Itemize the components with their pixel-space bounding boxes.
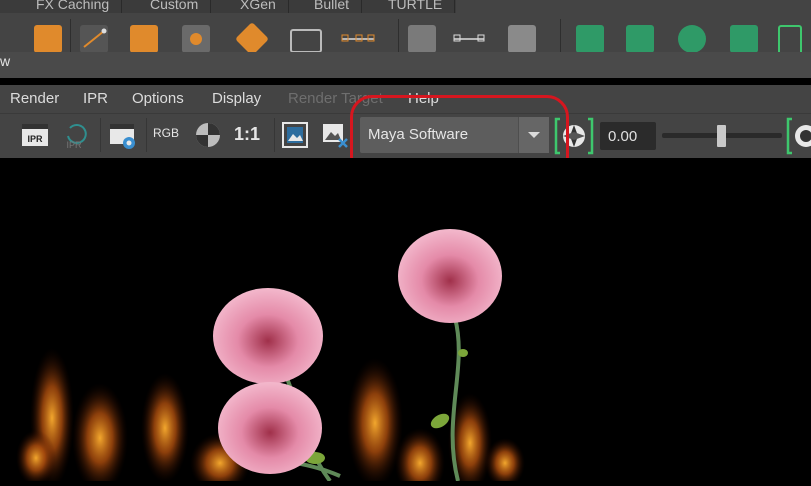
shelf-tab-bar: FX Caching Custom XGen Bullet TURTLE [0, 0, 811, 13]
shelf-tool-11-icon[interactable] [576, 25, 604, 53]
shelf-tool-8-icon[interactable] [408, 25, 436, 53]
shelf-tab-xgen[interactable]: XGen [228, 0, 289, 13]
gamma-icon[interactable] [786, 117, 811, 155]
alpha-channel-icon[interactable] [193, 120, 223, 150]
render-settings-icon[interactable] [108, 120, 138, 150]
shelf-tool-13-icon[interactable] [678, 25, 706, 53]
render-view-title-bar [0, 52, 811, 78]
window-title: w [0, 53, 11, 69]
rgb-channel-button[interactable]: RGB [153, 124, 183, 154]
ipr-render-icon[interactable]: IPR [62, 120, 92, 150]
rgb-label: RGB [153, 126, 180, 140]
shelf-tool-7-icon[interactable] [340, 25, 375, 53]
ratio-label: 1:1 [234, 124, 261, 144]
shelf-tab-custom[interactable]: Custom [138, 0, 212, 13]
shelf-tab-turtle[interactable]: TURTLE [376, 0, 456, 13]
menu-options[interactable]: Options [132, 90, 184, 108]
shelf-tool-5-icon[interactable] [235, 22, 269, 56]
shelf-tab-fx-caching[interactable]: FX Caching [24, 0, 123, 13]
shelf-tool-3-icon[interactable] [130, 25, 158, 53]
keep-image-icon[interactable] [280, 120, 310, 150]
shelf-tool-4-icon[interactable] [182, 25, 210, 53]
menu-render[interactable]: Render [10, 90, 59, 108]
shelf-tool-2-icon[interactable] [80, 25, 108, 53]
shelf-tool-9-icon[interactable] [452, 25, 485, 53]
shelf-tool-1-icon[interactable] [34, 25, 62, 53]
shelf-tool-12-icon[interactable] [626, 25, 654, 53]
shelf-tab-bullet[interactable]: Bullet [302, 0, 363, 13]
ipr-icon-label: IPR [66, 140, 82, 150]
shelf-tool-6-icon[interactable] [290, 29, 322, 53]
render-view-image [0, 158, 811, 486]
remove-image-icon[interactable] [320, 120, 350, 150]
exposure-slider-handle[interactable] [717, 125, 726, 147]
shelf-tool-10-icon[interactable] [508, 25, 536, 53]
real-size-button[interactable]: 1:1 [234, 124, 266, 154]
shelf-tool-14-icon[interactable] [730, 25, 758, 53]
redo-previous-render-icon[interactable]: IPR [20, 120, 50, 150]
exposure-value: 0.00 [608, 128, 638, 145]
render-icon-label: IPR [27, 134, 43, 144]
menu-display[interactable]: Display [212, 90, 261, 108]
menu-ipr[interactable]: IPR [83, 90, 108, 108]
